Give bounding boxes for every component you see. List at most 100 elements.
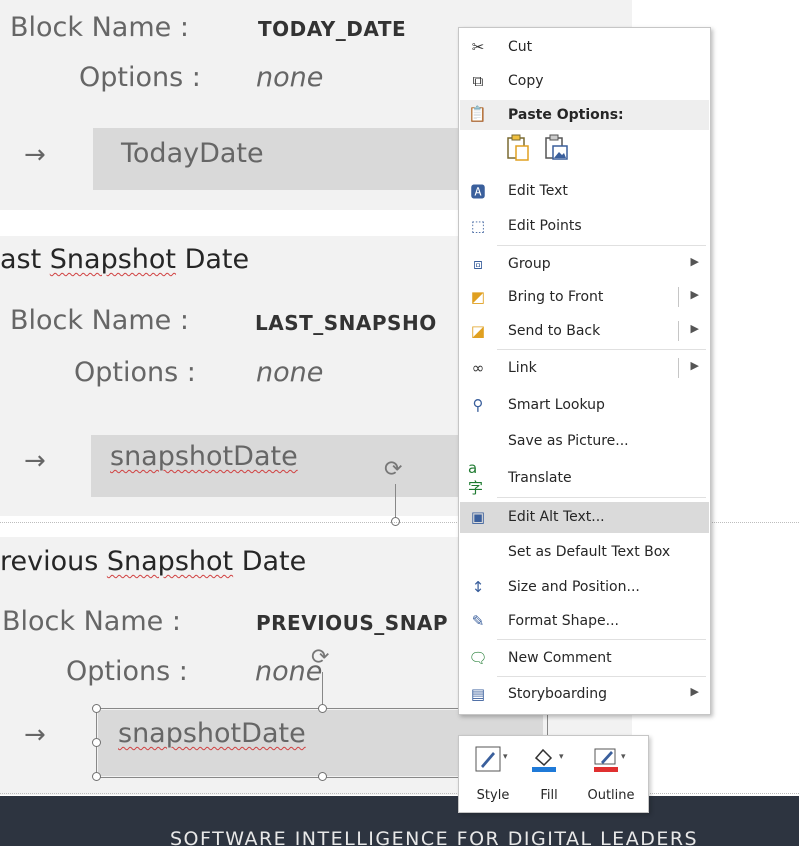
field-text: TodayDate bbox=[121, 138, 264, 169]
menu-item-smart-lookup[interactable]: ⚲ Smart Lookup bbox=[460, 390, 709, 421]
alt-text-icon: ▣ bbox=[470, 508, 486, 526]
block-name-label: Block Name : bbox=[2, 606, 181, 637]
style-label: Style bbox=[476, 788, 510, 803]
menu-item-bring-to-front[interactable]: ◩ Bring to Front ▶ bbox=[460, 282, 709, 313]
menu-item-edit-alt-text[interactable]: ▣ Edit Alt Text... bbox=[460, 502, 709, 533]
fill-button[interactable]: ▾ Fill bbox=[521, 742, 577, 806]
menu-item-save-as-picture[interactable]: Save as Picture... bbox=[460, 426, 709, 457]
menu-item-label: Link bbox=[508, 360, 537, 376]
paste-keep-formatting-icon[interactable] bbox=[505, 134, 531, 162]
heading-word: Snapshot bbox=[106, 546, 234, 577]
heading-suffix: Date bbox=[233, 546, 307, 577]
paste-as-picture-icon[interactable] bbox=[543, 134, 569, 162]
menu-item-label: Copy bbox=[508, 73, 544, 89]
field-text: snapshotDate bbox=[110, 441, 298, 472]
menu-item-translate[interactable]: a字 Translate bbox=[460, 459, 709, 497]
menu-item-edit-text[interactable]: 🅰 Edit Text bbox=[460, 176, 709, 207]
menu-separator bbox=[497, 497, 706, 498]
paste-option-buttons bbox=[505, 134, 569, 162]
rotate-connector bbox=[322, 672, 323, 708]
footer-text: SOFTWARE INTELLIGENCE FOR DIGITAL LEADER… bbox=[170, 828, 699, 846]
menu-separator bbox=[497, 676, 706, 677]
rotate-connector bbox=[395, 484, 396, 518]
resize-handle[interactable] bbox=[92, 772, 101, 781]
dropdown-arrow-icon: ▾ bbox=[621, 752, 626, 762]
resize-handle[interactable] bbox=[92, 704, 101, 713]
resize-handle[interactable] bbox=[318, 704, 327, 713]
menu-item-label: Edit Text bbox=[508, 183, 568, 199]
size-position-icon: ↕ bbox=[471, 578, 485, 596]
style-button[interactable]: ▾ Style bbox=[465, 742, 521, 806]
resize-handle[interactable] bbox=[92, 738, 101, 747]
menu-item-label: Cut bbox=[508, 39, 533, 55]
menu-item-label: Edit Alt Text... bbox=[508, 509, 605, 525]
submenu-arrow-icon[interactable]: ▶ bbox=[691, 322, 699, 335]
field-text: snapshotDate bbox=[118, 718, 306, 749]
menu-item-link[interactable]: ∞ Link ▶ bbox=[460, 353, 709, 384]
outline-button[interactable]: ▾ Outline bbox=[583, 742, 639, 806]
menu-item-label: Edit Points bbox=[508, 218, 582, 234]
menu-item-size-and-position[interactable]: ↕ Size and Position... bbox=[460, 572, 709, 603]
menu-item-label: New Comment bbox=[508, 650, 612, 666]
split-separator bbox=[678, 358, 679, 378]
rotate-handle-icon[interactable]: ⟳ bbox=[311, 644, 329, 670]
split-separator bbox=[678, 321, 679, 341]
split-separator bbox=[678, 287, 679, 307]
menu-item-label: Smart Lookup bbox=[508, 397, 605, 413]
menu-item-storyboarding[interactable]: ▤ Storyboarding ▶ bbox=[460, 679, 709, 710]
menu-item-label: Size and Position... bbox=[508, 579, 640, 595]
menu-item-label: Group bbox=[508, 256, 551, 272]
section-heading: ast Snapshot Date bbox=[0, 244, 249, 275]
menu-item-label: Format Shape... bbox=[508, 613, 619, 629]
options-label: Options : bbox=[66, 656, 188, 687]
rotate-handle-icon[interactable]: ⟳ bbox=[384, 456, 402, 482]
submenu-arrow-icon[interactable]: ▶ bbox=[691, 288, 699, 301]
arrow-icon: → bbox=[24, 720, 46, 750]
menu-item-label: Translate bbox=[508, 470, 572, 486]
send-to-back-icon: ◪ bbox=[470, 322, 486, 340]
menu-item-set-default-text-box[interactable]: Set as Default Text Box bbox=[460, 537, 709, 568]
new-comment-icon: 🗨 bbox=[468, 649, 488, 667]
group-icon: ⧈ bbox=[473, 255, 483, 273]
menu-item-new-comment[interactable]: 🗨 New Comment bbox=[460, 643, 709, 674]
menu-item-send-to-back[interactable]: ◪ Send to Back ▶ bbox=[460, 316, 709, 347]
block-name-value: LAST_SNAPSHO bbox=[255, 311, 437, 335]
heading-suffix: Date bbox=[176, 244, 250, 275]
edit-text-icon: 🅰 bbox=[470, 182, 486, 201]
link-icon: ∞ bbox=[471, 359, 485, 377]
paste-icon: 📋 bbox=[468, 105, 487, 123]
menu-separator bbox=[497, 639, 706, 640]
style-icon bbox=[475, 746, 501, 772]
menu-item-cut[interactable]: ✂ Cut bbox=[460, 32, 709, 63]
outline-pen-icon bbox=[593, 746, 619, 772]
storyboarding-icon: ▤ bbox=[470, 685, 486, 703]
menu-separator bbox=[497, 245, 706, 246]
bring-to-front-icon: ◩ bbox=[470, 288, 486, 306]
paste-options-header: 📋 Paste Options: bbox=[460, 100, 709, 130]
menu-item-copy[interactable]: ⧉ Copy bbox=[460, 66, 709, 97]
menu-item-edit-points[interactable]: ⬚ Edit Points bbox=[460, 211, 709, 242]
fill-label: Fill bbox=[540, 788, 558, 803]
resize-handle[interactable] bbox=[318, 772, 327, 781]
menu-item-format-shape[interactable]: ✎ Format Shape... bbox=[460, 606, 709, 637]
section-heading: revious Snapshot Date bbox=[0, 546, 306, 577]
block-name-label: Block Name : bbox=[10, 12, 189, 43]
context-menu: ✂ Cut ⧉ Copy 📋 Paste Options: 🅰 Edit Tex… bbox=[458, 27, 711, 715]
submenu-arrow-icon: ▶ bbox=[690, 255, 699, 268]
outline-label: Outline bbox=[587, 788, 635, 803]
menu-item-label: Storyboarding bbox=[508, 686, 608, 702]
submenu-arrow-icon[interactable]: ▶ bbox=[691, 359, 699, 372]
heading-prefix: revious bbox=[0, 546, 107, 577]
options-value: none bbox=[256, 357, 324, 388]
dropdown-arrow-icon: ▾ bbox=[559, 752, 564, 762]
menu-item-label: Save as Picture... bbox=[508, 433, 629, 449]
heading-word: Snapshot bbox=[49, 244, 177, 275]
arrow-icon: → bbox=[24, 446, 46, 476]
dropdown-arrow-icon: ▾ bbox=[503, 752, 508, 762]
menu-item-group[interactable]: ⧈ Group ▶ bbox=[460, 249, 709, 280]
block-name-value: TODAY_DATE bbox=[258, 17, 407, 41]
copy-icon: ⧉ bbox=[472, 72, 484, 90]
mini-toolbar: ▾ Style ▾ Fill ▾ Outline bbox=[458, 735, 649, 813]
options-label: Options : bbox=[74, 357, 196, 388]
menu-item-label: Bring to Front bbox=[508, 289, 604, 305]
